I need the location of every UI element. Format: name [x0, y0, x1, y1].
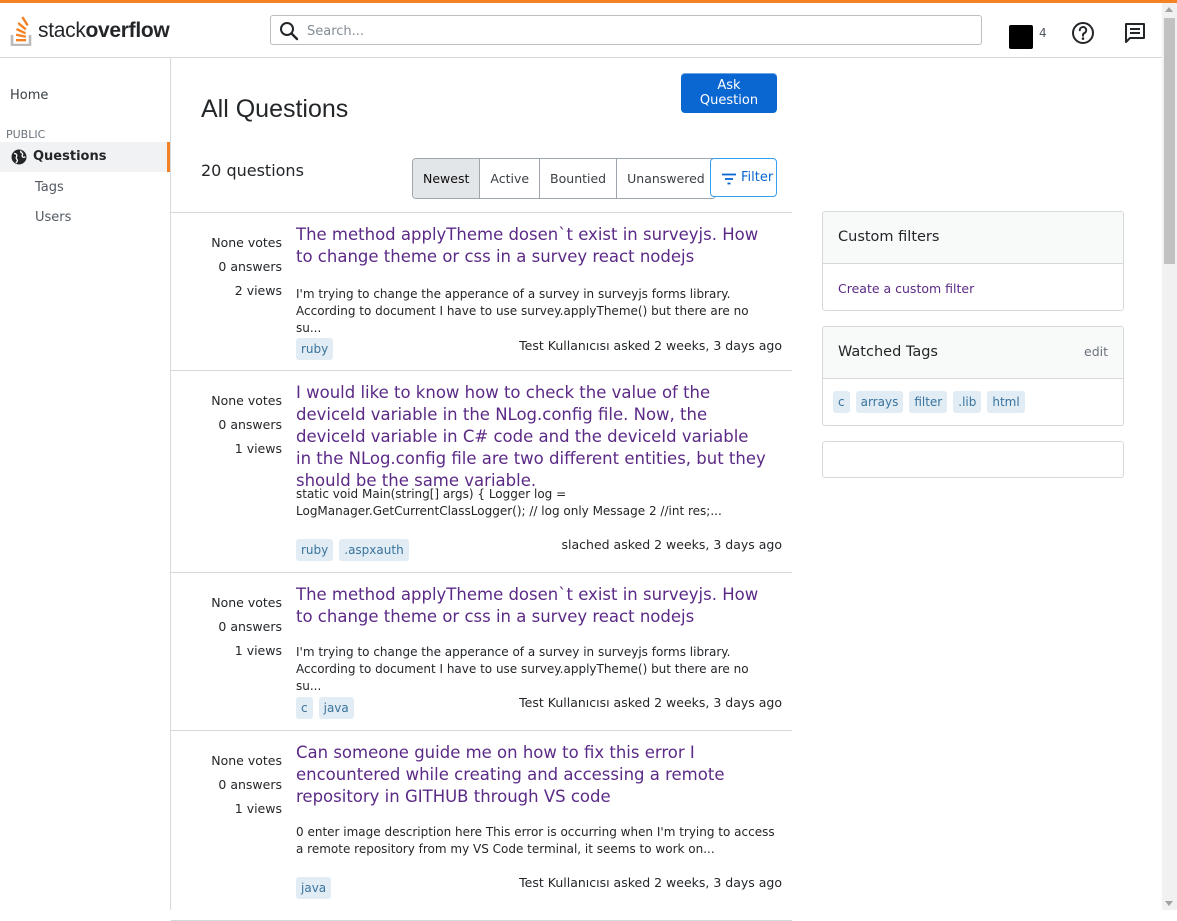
- logo-text: stackoverflow: [38, 19, 170, 42]
- question-summary: None votes 0 answers 1 views The method …: [171, 573, 792, 731]
- tab-active[interactable]: Active: [480, 159, 541, 198]
- tab-unanswered[interactable]: Unanswered: [617, 159, 715, 198]
- tag-ruby[interactable]: ruby: [296, 539, 334, 561]
- search-icon: [280, 22, 299, 41]
- scroll-thumb[interactable]: [1164, 18, 1175, 264]
- question-stats: None votes 0 answers 1 views: [211, 389, 282, 461]
- question-excerpt: I'm trying to change the apperance of a …: [296, 645, 749, 693]
- question-excerpt: static void Main(string[] args) { Logger…: [296, 487, 722, 518]
- question-excerpt: 0 enter image description here This erro…: [296, 825, 775, 856]
- tag-java[interactable]: java: [318, 697, 354, 719]
- question-title-link[interactable]: The method applyTheme dosen`t exist in s…: [296, 224, 766, 268]
- sidebar-item-home[interactable]: Home: [10, 88, 48, 103]
- help-icon[interactable]: [1071, 21, 1095, 45]
- avatar[interactable]: [1009, 25, 1033, 49]
- sidebar-item-questions[interactable]: Questions: [0, 142, 170, 172]
- question-stats: None votes 0 answers 1 views: [211, 591, 282, 663]
- reputation-count: 4: [1039, 26, 1047, 40]
- left-sidebar: Home PUBLIC Questions Tags Users: [0, 58, 171, 910]
- stackoverflow-logo-icon: [10, 16, 32, 46]
- watched-tags-title: Watched Tags: [838, 344, 938, 360]
- watched-tags-card: Watched Tags edit c arrays filter .lib h…: [822, 326, 1124, 426]
- view-count: 1 views: [234, 441, 282, 456]
- card-header: Watched Tags edit: [823, 327, 1123, 379]
- page-scrollbar[interactable]: [1162, 3, 1177, 910]
- answer-count: 0 answers: [218, 259, 282, 274]
- sidebar-item-users[interactable]: Users: [35, 210, 71, 225]
- question-meta: Test Kullanıcısı asked 2 weeks, 3 days a…: [519, 338, 782, 353]
- sidebar-section-label: PUBLIC: [6, 128, 46, 141]
- answer-count: 0 answers: [218, 619, 282, 634]
- custom-filters-title: Custom filters: [838, 229, 940, 245]
- tab-bountied[interactable]: Bountied: [540, 159, 618, 198]
- ask-question-button[interactable]: Ask Question: [681, 73, 777, 113]
- view-count: 1 views: [234, 801, 282, 816]
- answer-count: 0 answers: [218, 417, 282, 432]
- question-tags: c java: [296, 697, 354, 719]
- tag-java[interactable]: java: [296, 877, 332, 899]
- question-summary: None votes 0 answers 1 views Can someone…: [171, 731, 792, 921]
- vote-count: None votes: [211, 753, 282, 768]
- answer-count: 0 answers: [218, 777, 282, 792]
- empty-sidebar-card: [822, 441, 1124, 478]
- tab-newest[interactable]: Newest: [413, 159, 481, 198]
- custom-filters-card: Custom filters Create a custom filter: [822, 211, 1124, 311]
- scroll-down-arrow-icon[interactable]: [1165, 901, 1173, 906]
- filter-icon: [722, 173, 736, 185]
- tag-filter[interactable]: filter: [909, 391, 948, 413]
- question-tags: ruby: [296, 338, 334, 360]
- globe-icon: [11, 149, 27, 165]
- inbox-icon[interactable]: [1124, 22, 1146, 44]
- search-input[interactable]: [305, 16, 969, 46]
- tag-ruby[interactable]: ruby: [296, 338, 334, 360]
- card-header: Custom filters: [823, 212, 1123, 264]
- vote-count: None votes: [211, 393, 282, 408]
- question-summary: None votes 0 answers 1 views I would lik…: [171, 371, 792, 573]
- card-body: c arrays filter .lib html: [823, 379, 1123, 425]
- question-summary: None votes 0 answers 2 views The method …: [171, 213, 792, 371]
- page-title: All Questions: [201, 95, 349, 123]
- tag-c[interactable]: c: [296, 697, 313, 719]
- vote-count: None votes: [211, 595, 282, 610]
- sort-tabs: Newest Active Bountied Unanswered: [412, 158, 716, 199]
- tag-arrays[interactable]: arrays: [855, 391, 904, 413]
- question-tags: ruby .aspxauth: [296, 539, 409, 561]
- question-list: None votes 0 answers 2 views The method …: [171, 212, 792, 921]
- sidebar-item-tags[interactable]: Tags: [35, 180, 64, 195]
- view-count: 1 views: [234, 643, 282, 658]
- question-excerpt: I'm trying to change the apperance of a …: [296, 287, 749, 335]
- question-count: 20 questions: [201, 161, 304, 180]
- tag-aspxauth[interactable]: .aspxauth: [339, 539, 409, 561]
- question-title-link[interactable]: I would like to know how to check the va…: [296, 382, 766, 492]
- watched-tags-edit-link[interactable]: edit: [1084, 344, 1108, 359]
- vote-count: None votes: [211, 235, 282, 250]
- tag-lib[interactable]: .lib: [953, 391, 982, 413]
- create-custom-filter-link[interactable]: Create a custom filter: [838, 281, 974, 296]
- watched-tags-list: c arrays filter .lib html: [833, 391, 1025, 413]
- question-stats: None votes 0 answers 2 views: [211, 231, 282, 303]
- question-stats: None votes 0 answers 1 views: [211, 749, 282, 821]
- sidebar-item-label: Questions: [33, 149, 107, 164]
- tag-c[interactable]: c: [833, 391, 850, 413]
- question-meta: Test Kullanıcısı asked 2 weeks, 3 days a…: [519, 695, 782, 710]
- top-bar: stackoverflow 4: [0, 3, 1162, 58]
- filter-button[interactable]: Filter: [710, 158, 777, 197]
- scroll-up-arrow-icon[interactable]: [1165, 7, 1173, 12]
- question-title-link[interactable]: The method applyTheme dosen`t exist in s…: [296, 584, 766, 628]
- filter-button-label: Filter: [741, 170, 774, 185]
- search-box[interactable]: [270, 15, 982, 46]
- tag-html[interactable]: html: [987, 391, 1025, 413]
- question-title-link[interactable]: Can someone guide me on how to fix this …: [296, 742, 766, 808]
- site-logo[interactable]: stackoverflow: [10, 16, 170, 46]
- view-count: 2 views: [234, 283, 282, 298]
- question-tags: java: [296, 877, 332, 899]
- question-meta: slached asked 2 weeks, 3 days ago: [561, 537, 782, 552]
- card-body: Create a custom filter: [823, 264, 1123, 310]
- question-meta: Test Kullanıcısı asked 2 weeks, 3 days a…: [519, 875, 782, 890]
